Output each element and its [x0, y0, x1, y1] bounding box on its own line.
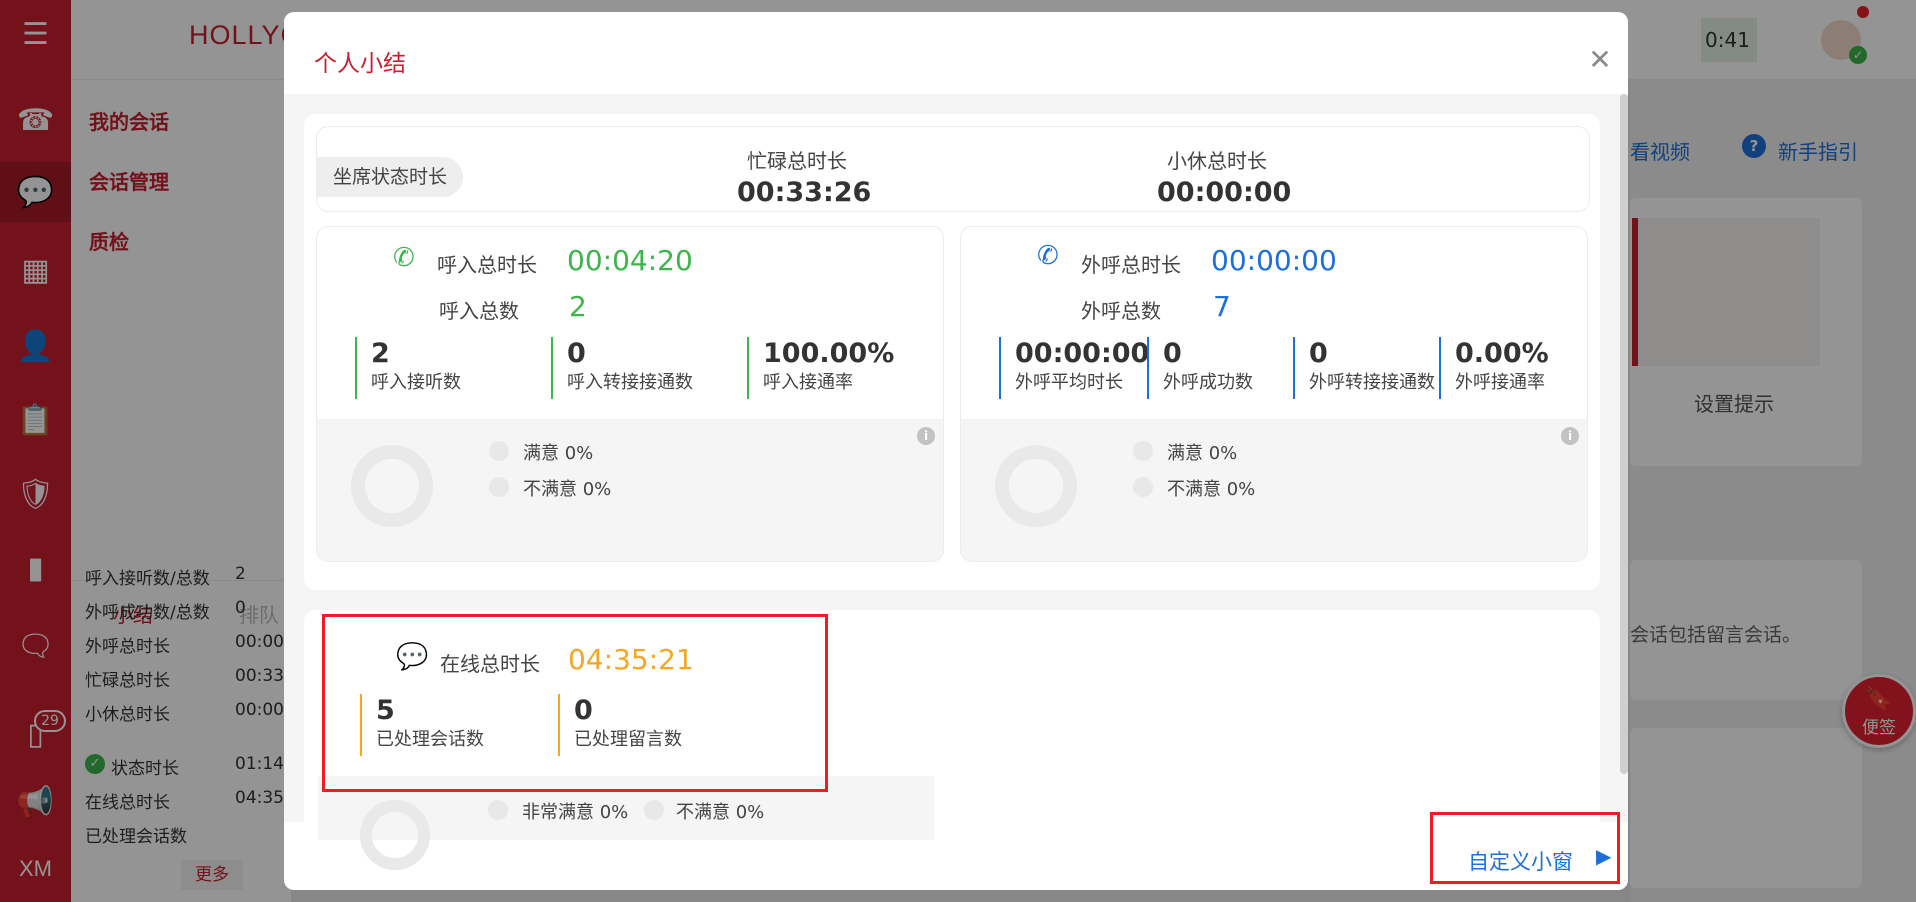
online-unsatisfied-label: 不满意 0% [676, 802, 765, 823]
outbound-call-icon: ✆ [1037, 241, 1059, 271]
inbound-donut-chart [351, 445, 433, 527]
inbound-call-icon: ✆ [393, 243, 415, 273]
rest-total-label: 小休总时长 [1167, 149, 1267, 173]
inbound-duration-value: 00:04:20 [567, 244, 693, 277]
inbound-count-value: 2 [569, 290, 587, 323]
inbound-metric: 2 呼入接听数 [355, 337, 461, 399]
online-highlight-box [322, 614, 828, 792]
outbound-duration-value: 00:00:00 [1211, 244, 1337, 277]
personal-summary-modal: 个人小结 ✕ 坐席状态时长 忙碌总时长 00:33:26 小休总时长 00:00… [284, 12, 1628, 890]
inbound-metric: 100.00% 呼入接通率 [747, 337, 894, 399]
busy-total-label: 忙碌总时长 [747, 149, 847, 173]
rest-total-value: 00:00:00 [1157, 177, 1292, 208]
legend-dot [1133, 477, 1153, 497]
online-donut-chart [360, 800, 430, 870]
inbound-count-label: 呼入总数 [439, 299, 519, 323]
inbound-metric: 0 呼入转接接通数 [551, 337, 693, 399]
outbound-metric: 00:00:00 外呼平均时长 [999, 337, 1149, 399]
legend-dot [489, 441, 509, 461]
outbound-donut-chart [995, 445, 1077, 527]
info-icon[interactable]: i [917, 427, 935, 445]
inbound-satisfied-label: 满意 0% [523, 443, 594, 464]
modal-title: 个人小结 [314, 51, 406, 77]
close-icon[interactable]: ✕ [1584, 46, 1616, 78]
outbound-duration-label: 外呼总时长 [1081, 253, 1181, 277]
modal-scrollbar[interactable] [1620, 94, 1628, 774]
inbound-unsatisfied-label: 不满意 0% [523, 479, 612, 500]
busy-total-value: 00:33:26 [737, 177, 872, 208]
custom-window-highlight-box [1430, 812, 1620, 884]
legend-dot [644, 800, 664, 820]
info-icon[interactable]: i [1561, 427, 1579, 445]
legend-dot [1133, 441, 1153, 461]
outbound-satisfied-label: 满意 0% [1167, 443, 1238, 464]
outbound-metric: 0.00% 外呼接通率 [1439, 337, 1549, 399]
outbound-satisfaction: 满意 0% 不满意 0% i [961, 419, 1587, 561]
outbound-card: ✆ 外呼总时长 00:00:00 外呼总数 7 00:00:00 外呼平均时长 … [960, 226, 1588, 562]
online-very-satisfied-label: 非常满意 0% [522, 802, 629, 823]
legend-dot [489, 477, 509, 497]
agent-status-pill: 坐席状态时长 [317, 157, 464, 197]
outbound-metric: 0 外呼成功数 [1147, 337, 1253, 399]
inbound-satisfaction: 满意 0% 不满意 0% i [317, 419, 943, 561]
legend-dot [488, 800, 508, 820]
outbound-count-label: 外呼总数 [1081, 299, 1161, 323]
call-summary-panel: 坐席状态时长 忙碌总时长 00:33:26 小休总时长 00:00:00 ✆ 呼… [304, 114, 1600, 590]
outbound-count-value: 7 [1213, 290, 1231, 323]
inbound-duration-label: 呼入总时长 [437, 253, 537, 277]
agent-status-card: 坐席状态时长 忙碌总时长 00:33:26 小休总时长 00:00:00 [316, 126, 1590, 212]
inbound-card: ✆ 呼入总时长 00:04:20 呼入总数 2 2 呼入接听数 0 呼入转接接通… [316, 226, 944, 562]
outbound-unsatisfied-label: 不满意 0% [1167, 479, 1256, 500]
outbound-metric: 0 外呼转接接通数 [1293, 337, 1435, 399]
